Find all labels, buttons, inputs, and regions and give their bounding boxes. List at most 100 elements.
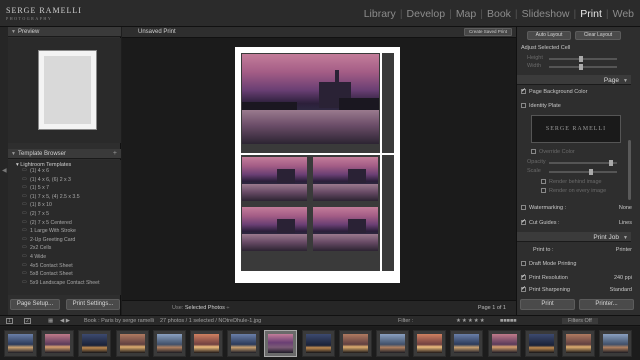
template-item[interactable]: 5x9 Landscape Contact Sheet [8,279,121,289]
printer-button[interactable]: Printer... [579,299,634,310]
print-page [235,47,400,283]
cut-guides-checkbox[interactable] [521,218,526,226]
width-slider[interactable] [549,64,617,70]
print-job-section-header[interactable]: Print Job ▼ [517,232,631,242]
module-library[interactable]: Library [364,8,396,20]
print-sharpening-row[interactable]: Print Sharpening [521,285,570,293]
filmstrip-thumbnail[interactable] [115,330,149,357]
watermark-select[interactable]: None [619,205,632,211]
left-panel-toggle[interactable]: ◀ [0,27,8,315]
collapse-triangle-icon: ▼ [11,29,16,35]
filmstrip-thumbnail[interactable] [599,330,633,357]
height-slider[interactable] [549,56,617,62]
page-section-header[interactable]: Page ▼ [517,75,631,85]
print-canvas-area: Unsaved Print Create Saved Print Use: Se… [122,27,516,315]
preview-header[interactable]: ▼ Preview [8,27,121,37]
filters-off-select[interactable]: Filters Off [562,318,598,324]
render-every-row[interactable]: Render on every image [541,188,606,194]
filmstrip-thumbnail[interactable] [338,330,372,357]
photo-thumb-1[interactable] [242,157,307,201]
filmstrip-thumbnail[interactable] [487,330,521,357]
photo-thumb-2[interactable] [313,157,378,201]
print-settings-button[interactable]: Print Settings... [66,299,120,310]
filmstrip-thumbnail[interactable] [450,330,484,357]
template-browser-header[interactable]: ▼ Template Browser + [8,149,121,159]
right-buttons: Print Printer... [516,297,640,313]
identity-plate-checkbox[interactable] [521,103,526,109]
page-background-color-row[interactable]: Page Background Color [521,87,587,95]
module-slideshow[interactable]: Slideshow [522,8,570,20]
height-label: Height [527,55,543,61]
print-button[interactable]: Print [520,299,575,310]
layout-cell[interactable] [382,53,394,153]
print-title: Unsaved Print [138,29,176,35]
preview-pane [8,38,121,143]
print-sharpening-checkbox[interactable] [521,285,526,293]
template-browser-title: Template Browser [18,151,67,157]
print-resolution-row[interactable]: Print Resolution [521,273,568,281]
module-develop[interactable]: Develop [407,8,446,20]
filter-label: Filter : [398,318,414,324]
logo-subtitle: PHOTOGRAPHY [6,16,53,21]
identity-plate-row[interactable]: Identity Plate [521,103,561,109]
filmstrip [0,327,640,360]
collapse-triangle-icon: ▼ [623,78,628,84]
filmstrip-thumbnail[interactable] [78,330,112,357]
module-picker: Library | Develop | Map | Book | Slideshow | … [363,8,634,20]
add-template-icon[interactable]: + [113,150,117,157]
identity-plate-preview[interactable]: SERGE RAMELLI [531,115,621,143]
draft-mode-checkbox[interactable] [521,261,526,267]
filmstrip-thumbnail[interactable] [264,330,298,357]
module-print[interactable]: Print [580,8,602,20]
opacity-slider[interactable] [549,160,617,166]
filmstrip-thumbnail[interactable] [152,330,186,357]
filmstrip-thumbnail[interactable] [301,330,335,357]
template-list: ▾ Lightroom Templates (1) 4 x 6(1) 4 x 6… [8,160,121,295]
print-resolution-checkbox[interactable] [521,273,526,281]
filmstrip-thumbnail[interactable] [227,330,261,357]
photo-thumb-4[interactable] [313,207,378,251]
layout-cell[interactable] [382,155,394,271]
module-book[interactable]: Book [487,8,511,20]
cut-guides-select[interactable]: Lines [619,220,632,226]
scale-slider[interactable] [549,169,617,175]
filmstrip-thumbnail[interactable] [4,330,37,357]
left-buttons: Page Setup... Print Settings... [8,297,121,313]
page-setup-button[interactable]: Page Setup... [10,299,60,310]
print-resolution-value[interactable]: 240 ppi [614,275,632,281]
logo-name: SERGE RAMELLI [6,6,82,15]
filmstrip-count: 27 photos / 1 selected / NOtreDhule-1.jp… [160,318,262,324]
filmstrip-thumbnail[interactable] [524,330,558,357]
auto-layout-button[interactable]: Auto Layout [527,31,571,40]
print-to-select[interactable]: Printer [616,247,632,253]
filmstrip-thumbnail[interactable] [376,330,409,357]
clear-layout-button[interactable]: Clear Layout [575,31,621,40]
page-2-label: 2 [26,318,29,324]
print-sharpening-select[interactable]: Standard [610,287,632,293]
create-saved-print-button[interactable]: Create Saved Print [463,28,512,36]
star-filter-icon[interactable]: ★★★★★ [456,318,486,324]
grid-icon[interactable]: ▦ [48,318,53,324]
filmstrip-thumbnail[interactable] [562,330,595,357]
page-bg-checkbox[interactable] [521,87,526,95]
nav-back-icon[interactable]: ◀ ▶ [60,318,70,324]
page-indicator: Page 1 of 1 [477,305,506,311]
watermarking-row[interactable]: Watermarking : [521,205,566,211]
module-map[interactable]: Map [456,8,476,20]
collapse-triangle-icon: ▼ [11,151,16,157]
cut-guides-row[interactable]: Cut Guides : [521,218,560,226]
filmstrip-thumbnail[interactable] [41,330,75,357]
filmstrip-thumbnail[interactable] [190,330,223,357]
draft-mode-row[interactable]: Draft Mode Printing [521,261,576,267]
filmstrip-source[interactable]: Book : Paris by serge ramelli [84,318,154,324]
override-color-row[interactable]: Override Color [531,149,575,155]
color-filter-icon[interactable]: ■■■■■ [500,318,517,324]
filmstrip-thumbnail[interactable] [413,330,447,357]
right-panel-scrollbar[interactable] [628,140,631,200]
module-web[interactable]: Web [613,8,634,20]
render-behind-row[interactable]: Render behind image [541,179,602,185]
use-selector[interactable]: Use: Selected Photos ÷ [172,305,229,311]
photo-thumb-3[interactable] [242,207,307,251]
watermark-checkbox[interactable] [521,205,526,211]
photo-notre-dame-large[interactable] [242,54,379,144]
